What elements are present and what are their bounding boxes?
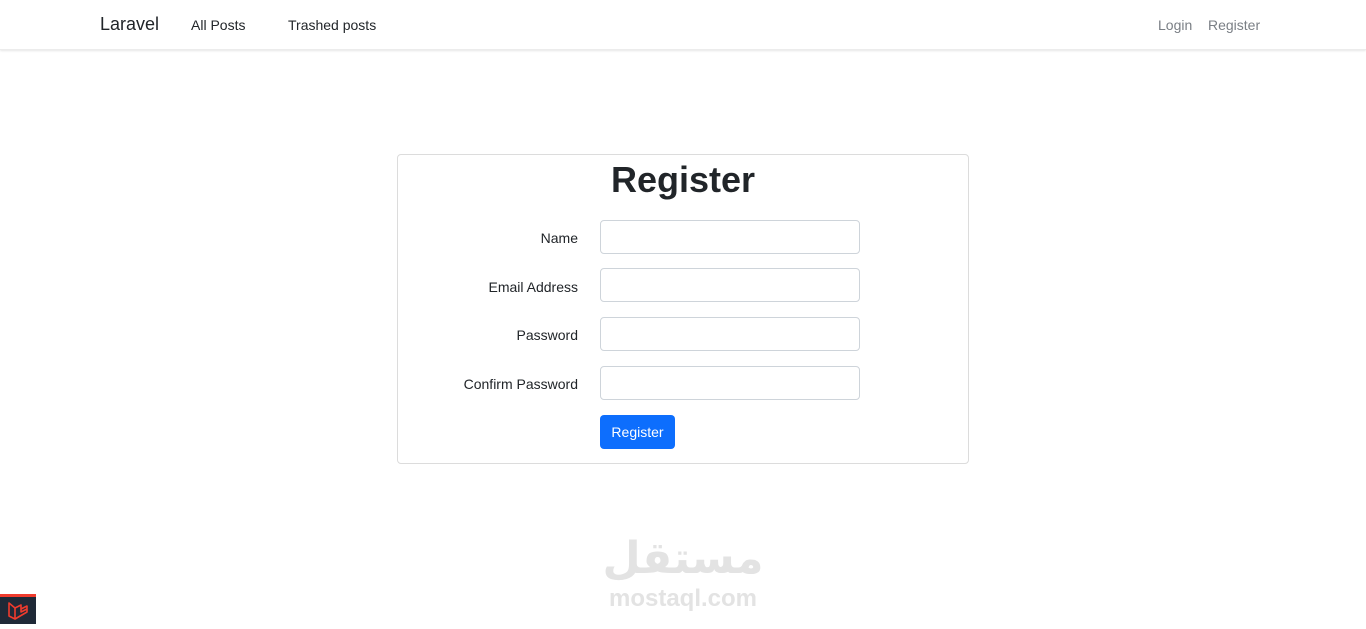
debugbar-toggle[interactable] — [0, 594, 36, 624]
register-card: Register Name Email Address Password Con… — [397, 154, 969, 464]
mostaql-watermark: مستقل mostaql.com — [598, 532, 768, 612]
email-label: Email Address — [488, 279, 578, 295]
password-label: Password — [516, 327, 578, 343]
nav-link-register[interactable]: Register — [1208, 17, 1260, 33]
email-input[interactable] — [600, 268, 860, 302]
watermark-arabic: مستقل — [602, 533, 764, 584]
name-input[interactable] — [600, 220, 860, 254]
nav-link-all-posts[interactable]: All Posts — [191, 17, 245, 33]
confirm-password-label: Confirm Password — [463, 376, 578, 392]
laravel-logo-icon — [8, 602, 28, 620]
nav-link-trashed-posts[interactable]: Trashed posts — [288, 17, 376, 33]
nav-link-login[interactable]: Login — [1158, 17, 1192, 33]
name-label: Name — [540, 230, 578, 246]
password-input[interactable] — [600, 317, 860, 351]
register-title: Register — [610, 159, 756, 200]
register-button[interactable]: Register — [600, 415, 675, 449]
watermark-latin: mostaql.com — [608, 585, 758, 612]
top-navbar: Laravel All Posts Trashed posts Login Re… — [0, 0, 1366, 50]
brand-link[interactable]: Laravel — [100, 14, 159, 35]
confirm-password-input[interactable] — [600, 366, 860, 400]
